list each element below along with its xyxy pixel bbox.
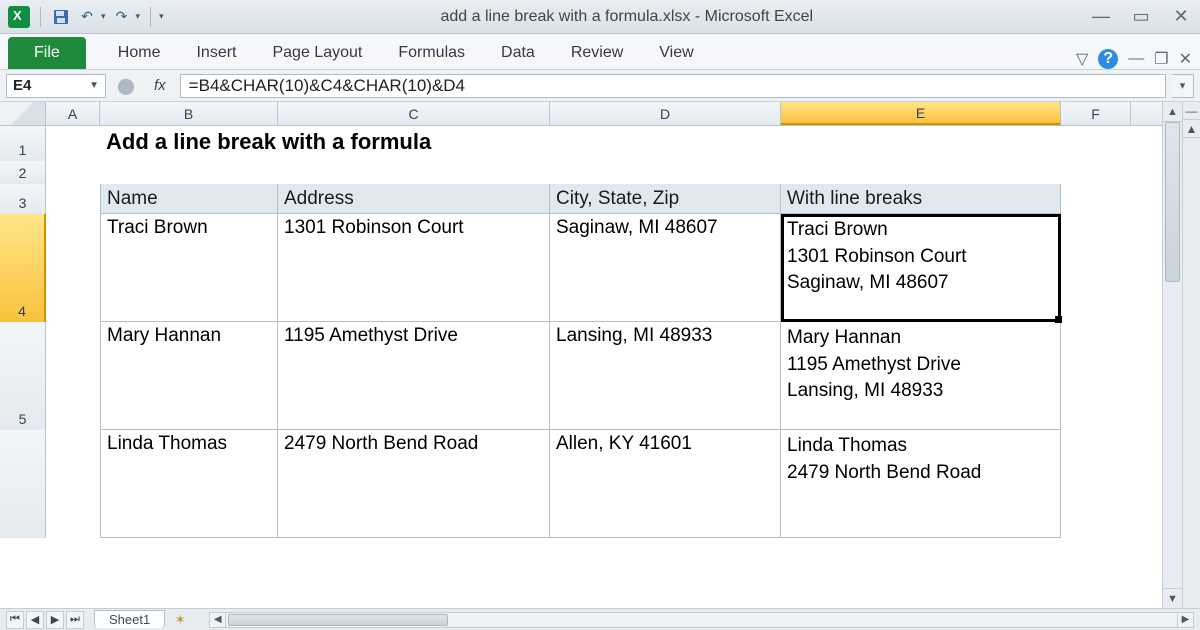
scroll-left-icon[interactable]: ◀ [210,613,226,627]
cell-C6[interactable]: 2479 North Bend Road [278,430,550,538]
col-header-C[interactable]: C [278,102,550,125]
horizontal-scrollbar[interactable]: ◀ ▶ [209,612,1194,628]
redo-icon[interactable]: ↷ [112,7,132,27]
fx-icon[interactable]: fx [146,77,174,94]
col-header-F[interactable]: F [1061,102,1131,125]
tab-view[interactable]: View [641,37,711,69]
formula-bar-expand-icon[interactable]: ▾ [1172,74,1194,98]
cell-A3[interactable] [46,184,100,214]
help-icon[interactable]: ? [1098,49,1118,69]
new-sheet-icon[interactable]: ✶ [169,611,191,629]
cell-B6[interactable]: Linda Thomas [100,430,278,538]
cell-D5[interactable]: Lansing, MI 48933 [550,322,781,430]
name-box[interactable]: E4 ▼ [6,74,106,98]
worksheet[interactable]: A B C D E F 1 Add a line break with a fo… [0,102,1162,608]
tab-insert[interactable]: Insert [178,37,254,69]
column-header-row: A B C D E F [0,102,1162,126]
col-header-A[interactable]: A [46,102,100,125]
title-bar: ↶▾ ↷▾ ▾ add a line break with a formula.… [0,0,1200,34]
cell-C3[interactable]: Address [278,184,550,214]
cell-B3[interactable]: Name [100,184,278,214]
split-bar[interactable]: — ▲ [1182,102,1200,608]
maximize-icon[interactable]: ▭ [1130,6,1152,27]
cell-E5[interactable]: Mary Hannan 1195 Amethyst Drive Lansing,… [781,322,1061,430]
cell-D3[interactable]: City, State, Zip [550,184,781,214]
col-header-E[interactable]: E [781,102,1061,125]
row-header-2[interactable]: 2 [0,161,46,184]
row-header-5[interactable]: 5 [0,322,46,430]
scroll-down-icon[interactable]: ▼ [1163,588,1182,608]
wb-close-icon[interactable]: ✕ [1179,49,1192,69]
row-header-6[interactable] [0,430,46,538]
ribbon: File Home Insert Page Layout Formulas Da… [0,34,1200,70]
scroll-right-icon[interactable]: ▶ [1177,613,1193,627]
minimize-icon[interactable]: — [1090,6,1112,27]
close-icon[interactable]: ✕ [1170,6,1192,27]
ribbon-minimize-icon[interactable]: ▽ [1076,49,1088,69]
formula-bar[interactable]: =B4&CHAR(10)&C4&CHAR(10)&D4 [180,74,1166,98]
row-header-4[interactable]: 4 [0,214,46,322]
col-header-B[interactable]: B [100,102,278,125]
window-title: add a line break with a formula.xlsx - M… [164,8,1090,26]
sheet-nav-prev-icon[interactable]: ◀ [26,611,44,629]
sheet-nav-last-icon[interactable]: ⏭ [66,611,84,629]
sheet-tab-sheet1[interactable]: Sheet1 [94,610,165,628]
name-box-dropdown-icon[interactable]: ▼ [89,80,99,91]
cell-C5[interactable]: 1195 Amethyst Drive [278,322,550,430]
formula-bar-value: =B4&CHAR(10)&C4&CHAR(10)&D4 [189,76,465,96]
undo-dropdown-icon[interactable]: ▾ [101,11,106,22]
vertical-scrollbar[interactable]: ▲ ▼ [1162,102,1182,608]
cancel-fx-placeholder: ⬤ [117,76,135,96]
formula-bar-row: E4 ▼ ⬤ fx =B4&CHAR(10)&C4&CHAR(10)&D4 ▾ [0,70,1200,102]
quick-access-toolbar: ↶▾ ↷▾ ▾ [8,6,164,28]
cell-A2[interactable] [46,161,100,184]
undo-icon[interactable]: ↶ [77,7,97,27]
select-all-box[interactable] [0,102,46,125]
tab-data[interactable]: Data [483,37,553,69]
cell-A1[interactable] [46,126,100,161]
redo-dropdown-icon[interactable]: ▾ [136,11,141,22]
cell-A5[interactable] [46,322,100,430]
cell-D6[interactable]: Allen, KY 41601 [550,430,781,538]
tab-page-layout[interactable]: Page Layout [254,37,380,69]
window-controls: — ▭ ✕ [1090,6,1192,27]
cell-E6[interactable]: Linda Thomas 2479 North Bend Road [781,430,1061,538]
row-header-1[interactable]: 1 [0,126,46,161]
sheet-nav-first-icon[interactable]: ⏮ [6,611,24,629]
cell-B2[interactable] [100,161,1000,184]
cell-D4[interactable]: Saginaw, MI 48607 [550,214,781,322]
cell-B1[interactable]: Add a line break with a formula [100,126,1000,161]
wb-minimize-icon[interactable]: — [1128,50,1144,68]
name-box-value: E4 [13,77,31,94]
status-bar: ⏮ ◀ ▶ ⏭ Sheet1 ✶ ◀ ▶ [0,608,1200,630]
cell-E3[interactable]: With line breaks [781,184,1061,214]
row-header-3[interactable]: 3 [0,184,46,214]
sheet-nav-next-icon[interactable]: ▶ [46,611,64,629]
tab-review[interactable]: Review [553,37,641,69]
cell-B4[interactable]: Traci Brown [100,214,278,322]
view-up-icon[interactable]: ▲ [1183,120,1200,138]
split-box-icon[interactable]: — [1183,102,1200,120]
wb-restore-icon[interactable]: ❐ [1154,49,1168,69]
excel-app-icon[interactable] [8,6,30,28]
tab-home[interactable]: Home [100,37,179,69]
cell-B5[interactable]: Mary Hannan [100,322,278,430]
scroll-up-icon[interactable]: ▲ [1163,102,1182,122]
scroll-thumb-v[interactable] [1165,122,1180,282]
cell-A6[interactable] [46,430,100,538]
cell-C4[interactable]: 1301 Robinson Court [278,214,550,322]
file-tab[interactable]: File [8,37,86,69]
sheet-nav: ⏮ ◀ ▶ ⏭ [0,611,90,629]
cell-E4[interactable]: Traci Brown 1301 Robinson Court Saginaw,… [781,214,1061,322]
save-icon[interactable] [51,7,71,27]
col-header-D[interactable]: D [550,102,781,125]
tab-formulas[interactable]: Formulas [380,37,483,69]
cell-A4[interactable] [46,214,100,322]
scroll-thumb-h[interactable] [228,614,448,626]
